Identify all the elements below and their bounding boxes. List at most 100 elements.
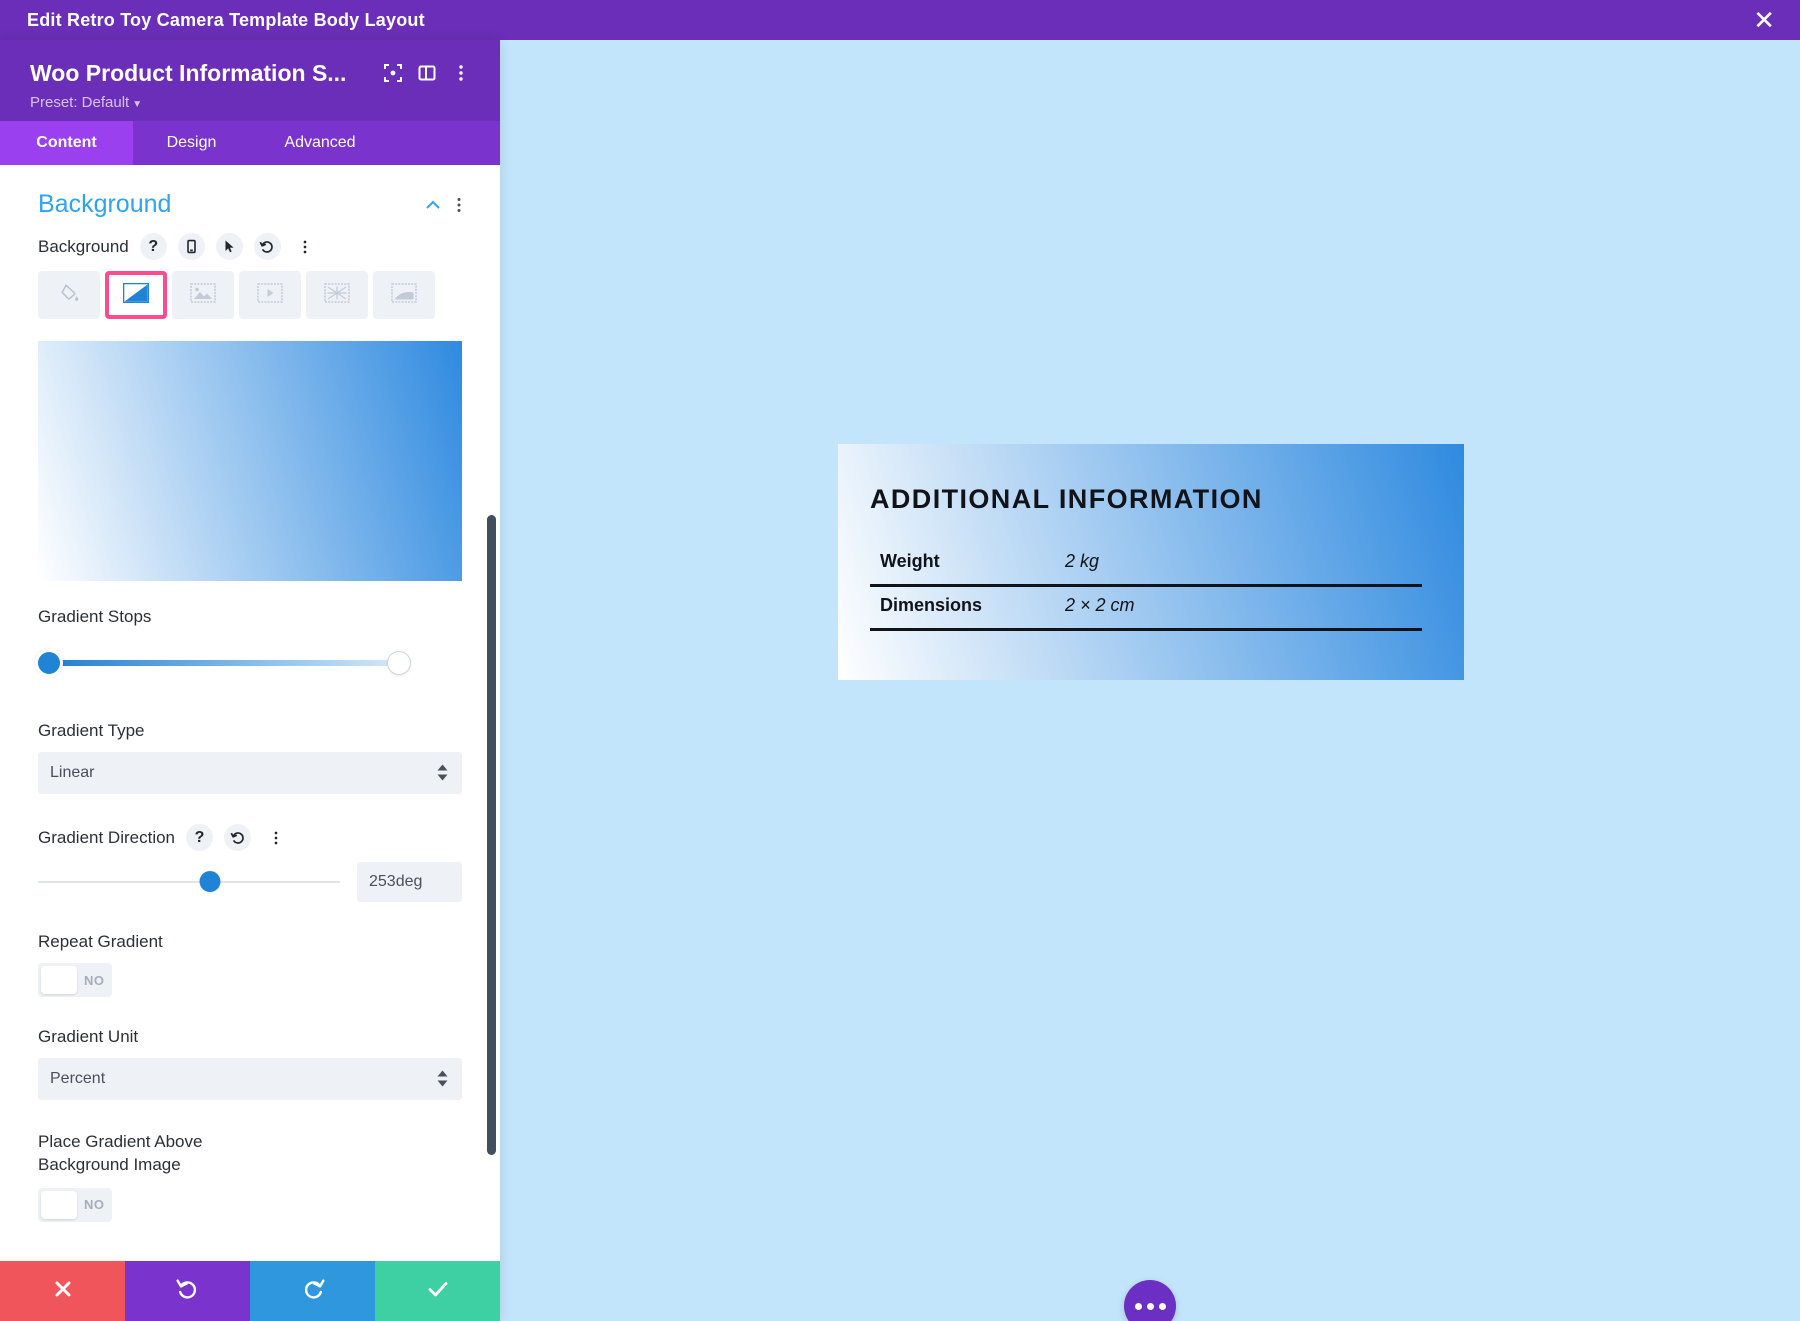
video-icon bbox=[257, 283, 283, 308]
label-line-1: Place Gradient Above bbox=[38, 1130, 462, 1153]
toggle-knob bbox=[41, 966, 77, 994]
paint-bucket-icon bbox=[58, 282, 80, 309]
gradient-direction-value: 253deg bbox=[369, 873, 422, 891]
close-icon[interactable]: ✕ bbox=[1753, 7, 1800, 33]
pattern-icon bbox=[324, 283, 350, 308]
card-title: ADDITIONAL INFORMATION bbox=[870, 484, 1422, 515]
slider-thumb[interactable] bbox=[200, 871, 221, 892]
background-type-pattern[interactable] bbox=[306, 271, 368, 319]
help-icon[interactable]: ? bbox=[140, 233, 167, 260]
section-title: Background bbox=[38, 190, 420, 219]
background-field-label: Background bbox=[38, 237, 129, 257]
panel-action-bar bbox=[0, 1261, 500, 1321]
background-type-image[interactable] bbox=[172, 271, 234, 319]
tab-content[interactable]: Content bbox=[0, 121, 133, 165]
gradient-direction-input[interactable]: 253deg bbox=[357, 862, 462, 902]
gradient-unit-select[interactable]: Percent bbox=[38, 1058, 462, 1100]
chevron-updown-icon bbox=[437, 765, 448, 782]
settings-tabs: Content Design Advanced bbox=[0, 121, 500, 165]
repeat-gradient-toggle[interactable]: NO bbox=[38, 963, 112, 997]
check-icon bbox=[425, 1276, 451, 1307]
repeat-gradient-value: NO bbox=[84, 973, 105, 988]
save-button[interactable] bbox=[375, 1261, 500, 1321]
row-label: Dimensions bbox=[870, 586, 1055, 630]
place-gradient-above-toggle[interactable]: NO bbox=[38, 1188, 112, 1222]
divi-builder-screen: ADDITIONAL INFORMATION Weight 2 kg Dimen… bbox=[0, 0, 1800, 1321]
gradient-direction-label: Gradient Direction bbox=[38, 828, 175, 848]
gradient-type-value: Linear bbox=[50, 764, 94, 782]
table-row: Weight 2 kg bbox=[870, 543, 1422, 586]
repeat-gradient-label: Repeat Gradient bbox=[38, 932, 462, 952]
vertical-dots-icon[interactable] bbox=[262, 824, 289, 851]
chevron-down-icon: ▼ bbox=[132, 99, 142, 110]
module-title: Woo Product Information S... bbox=[30, 60, 376, 87]
panel-scrollbar[interactable] bbox=[487, 515, 496, 1155]
gradient-icon bbox=[123, 283, 149, 308]
tab-design[interactable]: Design bbox=[133, 121, 250, 165]
cursor-icon[interactable] bbox=[216, 233, 243, 260]
gradient-unit-value: Percent bbox=[50, 1070, 105, 1088]
vertical-dots-icon[interactable] bbox=[446, 192, 472, 218]
gradient-unit-label: Gradient Unit bbox=[38, 1027, 462, 1047]
reset-icon[interactable] bbox=[254, 233, 281, 260]
ellipsis-icon bbox=[1159, 1303, 1166, 1310]
table-row: Dimensions 2 × 2 cm bbox=[870, 586, 1422, 630]
window-title: Edit Retro Toy Camera Template Body Layo… bbox=[0, 10, 425, 31]
label-line-2: Background Image bbox=[38, 1153, 462, 1176]
undo-icon bbox=[175, 1276, 201, 1307]
ellipsis-icon bbox=[1135, 1303, 1142, 1310]
focus-target-icon[interactable] bbox=[376, 56, 410, 90]
toggle-knob bbox=[41, 1191, 77, 1219]
mask-icon bbox=[391, 283, 417, 308]
window-titlebar: Edit Retro Toy Camera Template Body Layo… bbox=[0, 0, 1800, 40]
vertical-dots-icon[interactable] bbox=[444, 56, 478, 90]
redo-icon bbox=[300, 1276, 326, 1307]
background-type-video[interactable] bbox=[239, 271, 301, 319]
gradient-type-label: Gradient Type bbox=[38, 721, 462, 741]
tab-label: Advanced bbox=[284, 134, 355, 151]
background-type-color[interactable] bbox=[38, 271, 100, 319]
background-type-tabs bbox=[38, 271, 462, 319]
background-type-mask[interactable] bbox=[373, 271, 435, 319]
slider-track bbox=[38, 881, 340, 883]
chevron-updown-icon bbox=[437, 1071, 448, 1088]
redo-button[interactable] bbox=[250, 1261, 375, 1321]
background-section-header[interactable]: Background bbox=[0, 165, 500, 233]
reset-icon[interactable] bbox=[224, 824, 251, 851]
place-gradient-above-label: Place Gradient Above Background Image bbox=[38, 1130, 462, 1177]
gradient-direction-slider[interactable] bbox=[38, 871, 340, 893]
close-icon bbox=[52, 1278, 74, 1305]
background-type-gradient[interactable] bbox=[105, 271, 167, 319]
gradient-stops-label: Gradient Stops bbox=[38, 607, 462, 627]
gradient-stops-slider[interactable] bbox=[38, 649, 462, 677]
background-field: Background ? bbox=[0, 233, 500, 319]
module-settings-panel: Woo Product Information S... bbox=[0, 40, 500, 1321]
product-information-card[interactable]: ADDITIONAL INFORMATION Weight 2 kg Dimen… bbox=[838, 444, 1464, 680]
settings-body: Background Background bbox=[0, 165, 500, 1261]
tab-advanced[interactable]: Advanced bbox=[250, 121, 390, 165]
preset-selector[interactable]: Preset: Default▼ bbox=[0, 90, 500, 111]
mobile-icon[interactable] bbox=[178, 233, 205, 260]
gradient-stops-field: Gradient Stops Gradient Type Linear bbox=[0, 607, 500, 1222]
gradient-preview[interactable] bbox=[38, 341, 462, 581]
undo-button[interactable] bbox=[125, 1261, 250, 1321]
help-icon[interactable]: ? bbox=[186, 824, 213, 851]
row-value: 2 kg bbox=[1055, 543, 1422, 586]
gradient-stop-handle-end[interactable] bbox=[388, 652, 410, 674]
gradient-type-select[interactable]: Linear bbox=[38, 752, 462, 794]
additional-information-table: Weight 2 kg Dimensions 2 × 2 cm bbox=[870, 543, 1422, 631]
chevron-up-icon[interactable] bbox=[420, 192, 446, 218]
vertical-dots-icon[interactable] bbox=[292, 233, 319, 260]
tab-label: Content bbox=[36, 134, 96, 151]
tab-label: Design bbox=[167, 134, 217, 151]
cancel-button[interactable] bbox=[0, 1261, 125, 1321]
row-label: Weight bbox=[870, 543, 1055, 586]
page-settings-button[interactable] bbox=[1124, 1280, 1176, 1321]
preset-label: Preset: Default bbox=[30, 94, 129, 111]
ellipsis-icon bbox=[1147, 1303, 1154, 1310]
layout-columns-icon[interactable] bbox=[410, 56, 444, 90]
panel-header: Woo Product Information S... bbox=[0, 40, 500, 121]
gradient-stop-handle-start[interactable] bbox=[38, 652, 60, 674]
row-value: 2 × 2 cm bbox=[1055, 586, 1422, 630]
image-icon bbox=[190, 283, 216, 308]
